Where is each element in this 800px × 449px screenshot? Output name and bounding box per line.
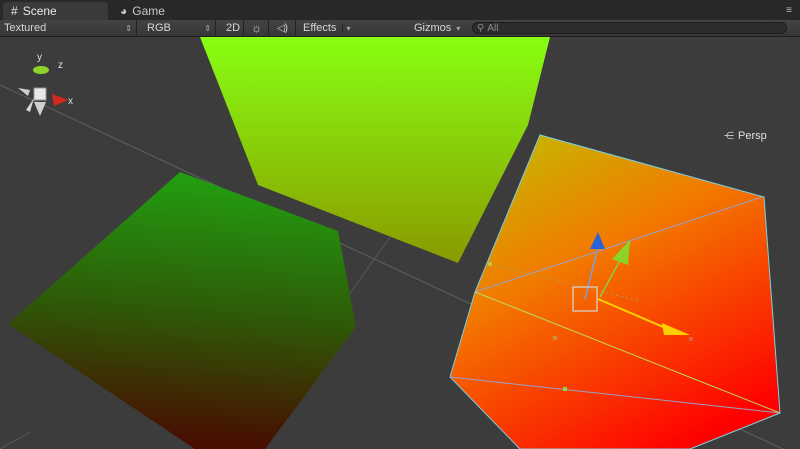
gizmos-dropdown[interactable]: Gizmos ▾ [410,20,468,36]
audio-toggle-button[interactable]: ◁) [270,20,296,36]
tab-bar: # Scene ◕ Game ≡ [0,0,800,20]
search-field[interactable]: ⚲ [472,22,787,34]
z-axis-cone[interactable] [48,66,56,79]
speaker-icon: ◁) [276,22,289,34]
panel-menu-icon[interactable]: ≡ [782,6,796,16]
wire-handle[interactable] [563,387,567,391]
tab-game[interactable]: ◕ Game [112,2,192,20]
channel-mode-value: RGB [147,22,171,34]
projection-label: Persp [738,130,767,142]
gizmos-label: Gizmos [414,22,452,34]
updown-arrow-icon: ⇕ [125,23,132,33]
wire-handle[interactable] [689,337,693,341]
tab-game-label: Game [132,4,165,18]
search-icon: ⚲ [477,22,485,34]
neg-x-cone[interactable] [18,88,30,96]
tab-scene-label: Scene [22,4,57,18]
gizmo-center[interactable] [33,87,47,101]
render-mode-dropdown[interactable]: Textured ⇕ [0,20,137,36]
orientation-gizmo[interactable]: y z x [0,37,75,147]
sun-icon: ☼ [251,21,262,35]
scene-viewport[interactable]: y z x ⋲ Persp [0,37,800,449]
perspective-lines-icon: ⋲ [724,130,734,142]
left-plane-object[interactable] [8,172,356,449]
scene-toolbar: Textured ⇕ RGB ⇕ 2D ☼ ◁) Effects ▾ Gizmo… [0,20,800,37]
dropdown-arrow-icon: ▾ [456,23,461,33]
updown-arrow-icon: ⇕ [204,23,211,33]
channel-mode-dropdown[interactable]: RGB ⇕ [143,20,216,36]
y-axis-letter: y [37,52,42,63]
z-axis-letter: z [58,60,63,71]
neg-z-cone[interactable] [26,98,34,112]
x-axis-letter: x [68,96,73,107]
lighting-toggle-button[interactable]: ☼ [245,20,269,36]
search-input[interactable] [484,22,768,34]
scene-window: # Scene ◕ Game ≡ Textured ⇕ RGB ⇕ 2D ☼ ◁… [0,0,800,449]
toggle-2d-button[interactable]: 2D [222,20,244,36]
toggle-2d-label: 2D [226,22,241,34]
tab-scene[interactable]: # Scene [3,2,108,20]
x-axis-cone[interactable] [52,94,68,106]
wire-handle[interactable] [553,336,557,340]
effects-label: Effects [303,22,337,34]
effects-dropdown[interactable]: Effects ▾ [299,20,351,36]
y-axis-cone[interactable] [33,66,49,74]
selected-plane-object[interactable] [450,135,780,449]
scene-canvas [0,37,784,449]
wire-handle[interactable] [488,262,492,266]
pacman-icon: ◕ [120,4,128,18]
render-mode-value: Textured [4,22,47,34]
projection-toggle[interactable]: ⋲ Persp [724,130,767,142]
neg-y-cone[interactable] [34,102,46,116]
grid-icon: # [11,4,18,18]
dropdown-arrow-icon: ▾ [342,23,350,33]
grid-line [0,431,31,449]
